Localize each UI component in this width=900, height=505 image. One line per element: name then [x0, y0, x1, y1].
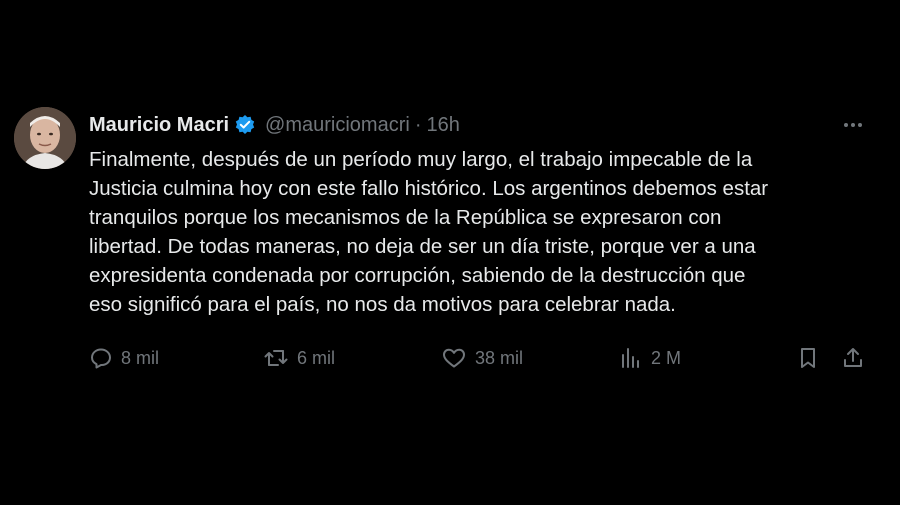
views-icon [619, 346, 643, 370]
views-button[interactable]: 2 M [619, 343, 681, 373]
views-count: 2 M [651, 347, 682, 368]
retweet-icon [263, 346, 289, 370]
retweet-count: 6 mil [297, 347, 336, 368]
reply-button[interactable]: 8 mil [89, 343, 159, 373]
tweet-actions: 8 mil 6 mil 38 mil 2 M [89, 343, 879, 373]
bookmark-icon [796, 346, 820, 370]
header-separator: · [414, 113, 422, 136]
avatar[interactable] [14, 107, 76, 169]
share-icon [841, 346, 865, 370]
heart-icon [441, 346, 467, 370]
author-name[interactable]: Mauricio Macri [89, 114, 229, 137]
reply-icon [89, 346, 113, 370]
author-handle[interactable]: @mauriciomacri [265, 114, 410, 137]
more-icon[interactable] [838, 113, 868, 137]
bookmark-button[interactable] [796, 343, 820, 373]
tweet-header: Mauricio Macri @mauriciomacri · 16h [89, 111, 460, 139]
verified-badge-icon [234, 114, 256, 136]
tweet-card[interactable]: Mauricio Macri @mauriciomacri · 16h Fina… [0, 95, 900, 415]
reply-count: 8 mil [121, 347, 160, 368]
like-count: 38 mil [475, 347, 524, 368]
share-button[interactable] [841, 343, 865, 373]
tweet-timestamp[interactable]: 16h [426, 114, 459, 137]
retweet-button[interactable]: 6 mil [263, 343, 335, 373]
tweet-text: Finalmente, después de un período muy la… [89, 148, 769, 316]
like-button[interactable]: 38 mil [441, 343, 523, 373]
